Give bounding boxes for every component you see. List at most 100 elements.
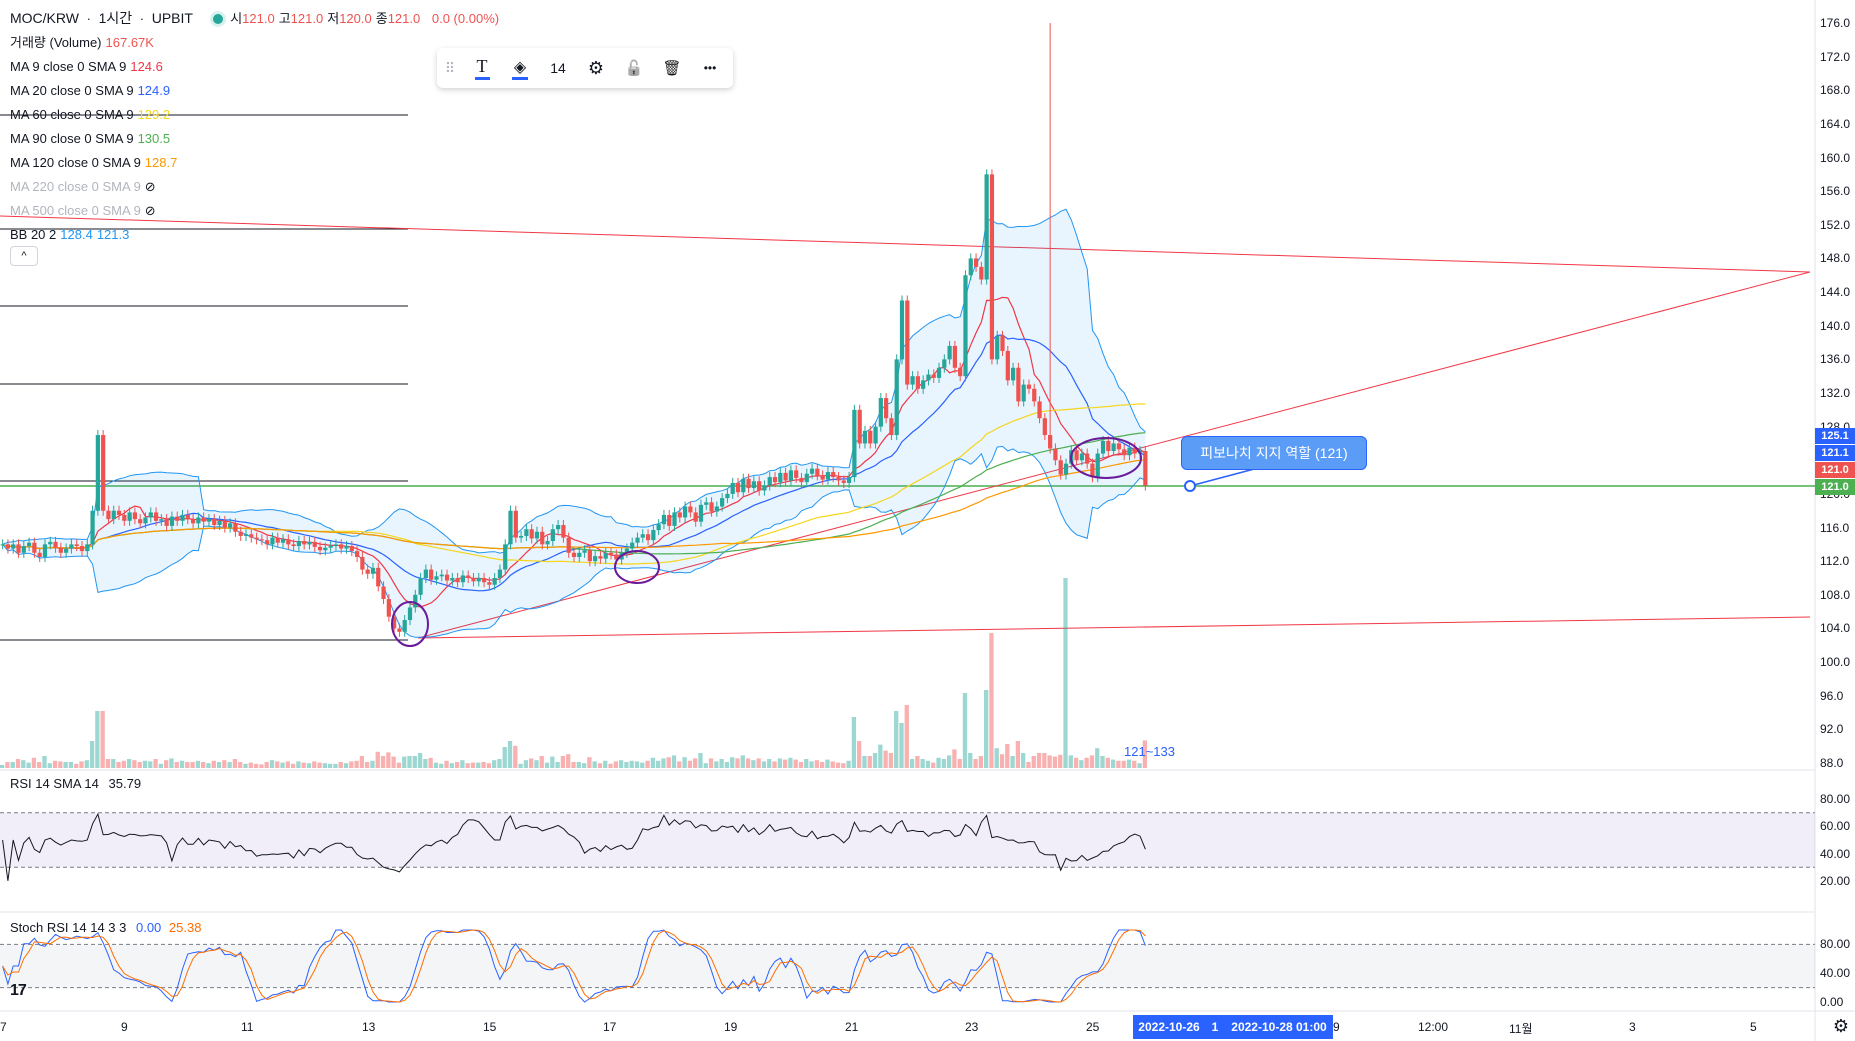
candle-body [259,539,264,541]
candle-body [58,547,63,553]
volume-bar [259,764,264,768]
volume-bar [179,760,185,768]
price-tick-label: 176.0 [1820,16,1851,30]
volume-bar [1031,756,1036,768]
candle-body [212,519,217,526]
fibonacci-callout[interactable]: 피보나치 지지 역할 (121) [1181,436,1367,470]
eye-off-icon[interactable]: ⊘ [145,179,156,194]
delete-button[interactable]: 🗑 [653,48,691,88]
candle-body [360,556,365,570]
candle-body [397,628,402,632]
candle-body [714,506,719,512]
volume-bar [333,763,338,768]
indicator-row[interactable]: BB 20 2 128.4 121.3 [10,223,503,247]
time-tick-label: 7 [0,1020,7,1034]
volume-bar [201,762,206,768]
indicator-row[interactable]: MA 90 close 0 SMA 9 130.5 [10,127,503,151]
candle-body [101,435,106,511]
volume-bar [592,761,597,768]
chart-settings-icon[interactable]: ⚙ [1833,1016,1849,1037]
time-tick-label: 17 [603,1020,617,1034]
volume-bar [872,753,878,768]
candle-body [85,544,90,552]
volume-bar [164,760,169,768]
candle-body [439,574,444,577]
indicator-row[interactable]: MA 60 close 0 SMA 9 129.2 [10,103,503,127]
indicator-row[interactable]: MA 500 close 0 SMA 9 ⊘ [10,199,503,223]
font-size-button[interactable]: 14 [539,48,577,88]
indicator-row[interactable]: 거래량 (Volume) 167.67K [10,31,503,55]
tradingview-logo[interactable]: 17 [10,982,27,1000]
candle-body [26,542,32,547]
symbol-name[interactable]: MOC/KRW [10,10,79,26]
candle-body [233,523,238,532]
candle-body [947,345,952,360]
candle-body [217,520,222,526]
volume-bar [587,757,592,768]
collapse-legend-button[interactable]: ^ [10,246,38,266]
candle-body [476,578,481,582]
volume-bar [539,756,544,768]
volume-bar [989,633,994,768]
ohlc-values: 시121.0 고121.0 저120.0 종121.0 [230,11,424,26]
callout-anchor [1184,480,1196,492]
eye-off-icon[interactable]: ⊘ [145,203,156,218]
candle-body [672,512,677,526]
candle-body [952,345,958,368]
indicator-row[interactable]: MA 9 close 0 SMA 9 124.6 [10,55,503,79]
candle-body [492,578,497,585]
candle-body [497,569,503,578]
candle-body [746,478,751,489]
drag-handle-icon[interactable]: ⠿ [437,48,463,88]
volume-bar [338,762,343,768]
volume-bar [142,760,148,768]
candle-body [841,480,846,483]
candle-body [1111,443,1116,452]
volume-bar [788,757,793,768]
more-button[interactable]: ••• [691,48,729,88]
settings-button[interactable]: ⚙ [577,48,615,88]
stoch-d-value: 25.38 [168,920,202,935]
candle-body [1127,447,1132,456]
text-tool-button[interactable]: T [463,48,501,88]
candle-body [915,376,920,389]
candle-body [899,300,905,360]
volume-bar [269,760,275,768]
candle-body [704,502,709,505]
candle-body [730,482,735,494]
volume-bar [84,760,89,768]
lock-button[interactable]: 🔓 [615,48,653,88]
volume-bar [359,756,365,768]
candle-body [635,537,640,543]
candle-body [127,512,132,521]
volume-bar [1116,760,1121,768]
indicator-row[interactable]: MA 220 close 0 SMA 9 ⊘ [10,175,503,199]
candle-body [1026,384,1032,389]
interval-label[interactable]: 1시간 [99,10,133,26]
volume-bar [671,755,677,768]
candle-body [852,409,857,478]
stoch-tick-label: 40.00 [1820,966,1851,981]
candle-body [846,477,852,483]
candle-body [958,367,963,377]
indicator-row[interactable]: MA 120 close 0 SMA 9 128.7 [10,151,503,175]
candle-body [593,556,598,562]
fill-color-button[interactable]: ◈ [501,48,539,88]
candle-body [116,510,122,515]
volume-bar [116,762,121,768]
volume-bar [962,693,968,768]
volume-bar [1073,757,1079,768]
price-tick-label: 148.0 [1820,251,1851,266]
volume-bar [915,756,920,768]
volume-bar [999,754,1005,768]
candle-body [291,544,296,547]
volume-bar [1089,755,1095,768]
volume-bar [211,760,216,768]
rsi-label: RSI 14 SMA 14 [10,776,99,791]
range-note[interactable]: 121~133 [1124,744,1175,759]
volume-bar [544,762,550,768]
indicator-row[interactable]: MA 20 close 0 SMA 9 124.9 [10,79,503,103]
volume-bar [782,759,788,768]
volume-bar [666,757,671,768]
price-tick-label: 112.0 [1820,554,1850,569]
